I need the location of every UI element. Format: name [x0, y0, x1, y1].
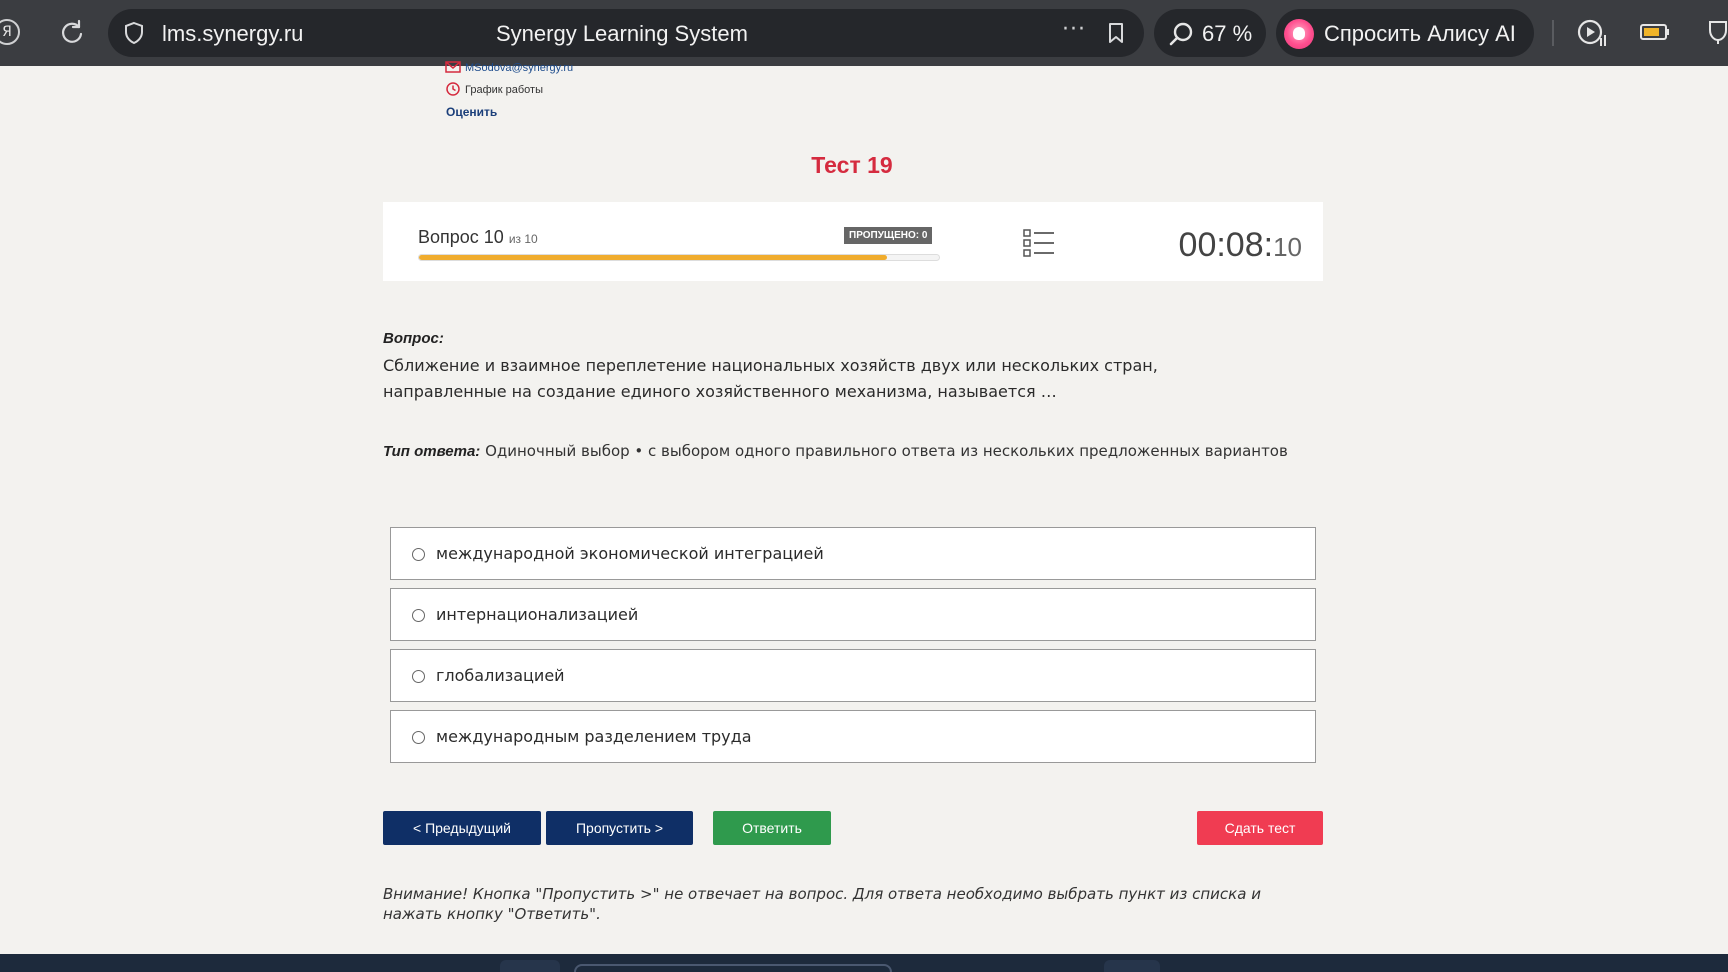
schedule-link[interactable]: График работы — [465, 84, 543, 96]
toolbar-divider — [1552, 20, 1554, 46]
taskbar-item[interactable] — [1104, 960, 1160, 972]
answer-option[interactable]: глобализацией — [390, 649, 1316, 702]
cup-icon[interactable] — [1704, 18, 1728, 46]
previous-button[interactable]: < Предыдущий — [383, 811, 541, 845]
answer-option-text: интернационализацией — [436, 605, 639, 624]
teacher-email-link[interactable]: MSodova@synergy.ru — [465, 62, 573, 74]
question-text: Сближение и взаимное переплетение национ… — [383, 356, 1158, 401]
answer-option-text: международной экономической интеграцией — [436, 544, 824, 563]
taskbar-search[interactable] — [574, 964, 892, 972]
submit-test-button[interactable]: Сдать тест — [1197, 811, 1323, 845]
radio-button[interactable] — [412, 609, 425, 622]
question-list-icon[interactable] — [1023, 228, 1055, 258]
rate-link[interactable]: Оценить — [446, 105, 497, 119]
answer-type-value: Одиночный выбор • с выбором одного прави… — [485, 442, 1288, 460]
answer-button[interactable]: Ответить — [713, 811, 831, 845]
browser-toolbar: Я lms.synergy.ru Synergy Learning System… — [0, 0, 1728, 66]
test-status-panel: Вопрос 10 из 10 ПРОПУЩЕНО: 0 00:08:10 — [383, 202, 1323, 281]
timer-main: 00:08: — [1178, 226, 1274, 264]
battery-icon — [1640, 24, 1669, 40]
progress-fill — [419, 255, 887, 260]
answer-type: Тип ответа: Одиночный выбор • с выбором … — [383, 442, 1288, 460]
question-number: Вопрос 10 — [418, 227, 504, 247]
question-total: из 10 — [508, 232, 538, 246]
email-row: MSodova@synergy.ru — [445, 60, 573, 74]
skip-warning: Внимание! Кнопка "Пропустить >" не отвеч… — [383, 885, 1261, 923]
zoom-value: 67 % — [1202, 21, 1253, 46]
shield-icon[interactable] — [122, 21, 146, 45]
zoom-search-icon — [1169, 22, 1193, 46]
alice-icon — [1284, 19, 1314, 49]
countdown-timer: 00:08:10 — [1179, 226, 1302, 265]
answer-option[interactable]: международной экономической интеграцией — [390, 527, 1316, 580]
mail-icon — [445, 61, 461, 73]
url-domain[interactable]: lms.synergy.ru — [162, 21, 303, 47]
skip-button[interactable]: Пропустить > — [546, 811, 693, 845]
answer-option[interactable]: интернационализацией — [390, 588, 1316, 641]
reload-icon[interactable] — [58, 18, 86, 46]
question-counter: Вопрос 10 из 10 — [418, 227, 538, 248]
timer-seconds: 10 — [1273, 232, 1302, 262]
answer-option-text: международным разделением труда — [436, 727, 752, 746]
progress-bar — [418, 254, 940, 261]
ask-alice-label: Спросить Алису AI — [1324, 21, 1516, 46]
bookmark-icon[interactable] — [1104, 21, 1128, 45]
address-bar[interactable]: lms.synergy.ru Synergy Learning System ·… — [108, 9, 1144, 57]
zoom-control[interactable]: 67 % — [1154, 9, 1266, 57]
test-title: Тест 19 — [811, 152, 893, 178]
radio-button[interactable] — [412, 731, 425, 744]
taskbar-item[interactable] — [500, 960, 560, 972]
page-title: Synergy Learning System — [496, 21, 748, 46]
answer-option-text: глобализацией — [436, 666, 565, 685]
answer-option[interactable]: международным разделением труда — [390, 710, 1316, 763]
taskbar — [0, 954, 1728, 972]
ask-alice-button[interactable]: Спросить Алису AI — [1276, 9, 1534, 57]
answer-type-label: Тип ответа: — [383, 443, 481, 460]
skipped-badge: ПРОПУЩЕНО: 0 — [844, 227, 933, 244]
more-icon[interactable]: ··· — [1062, 17, 1086, 42]
question-label: Вопрос: — [383, 330, 444, 347]
clock-icon — [446, 82, 460, 96]
schedule-row: График работы — [445, 82, 543, 96]
yandex-logo-icon[interactable]: Я — [0, 19, 20, 45]
media-play-icon[interactable] — [1576, 18, 1608, 48]
radio-button[interactable] — [412, 548, 425, 561]
radio-button[interactable] — [412, 670, 425, 683]
